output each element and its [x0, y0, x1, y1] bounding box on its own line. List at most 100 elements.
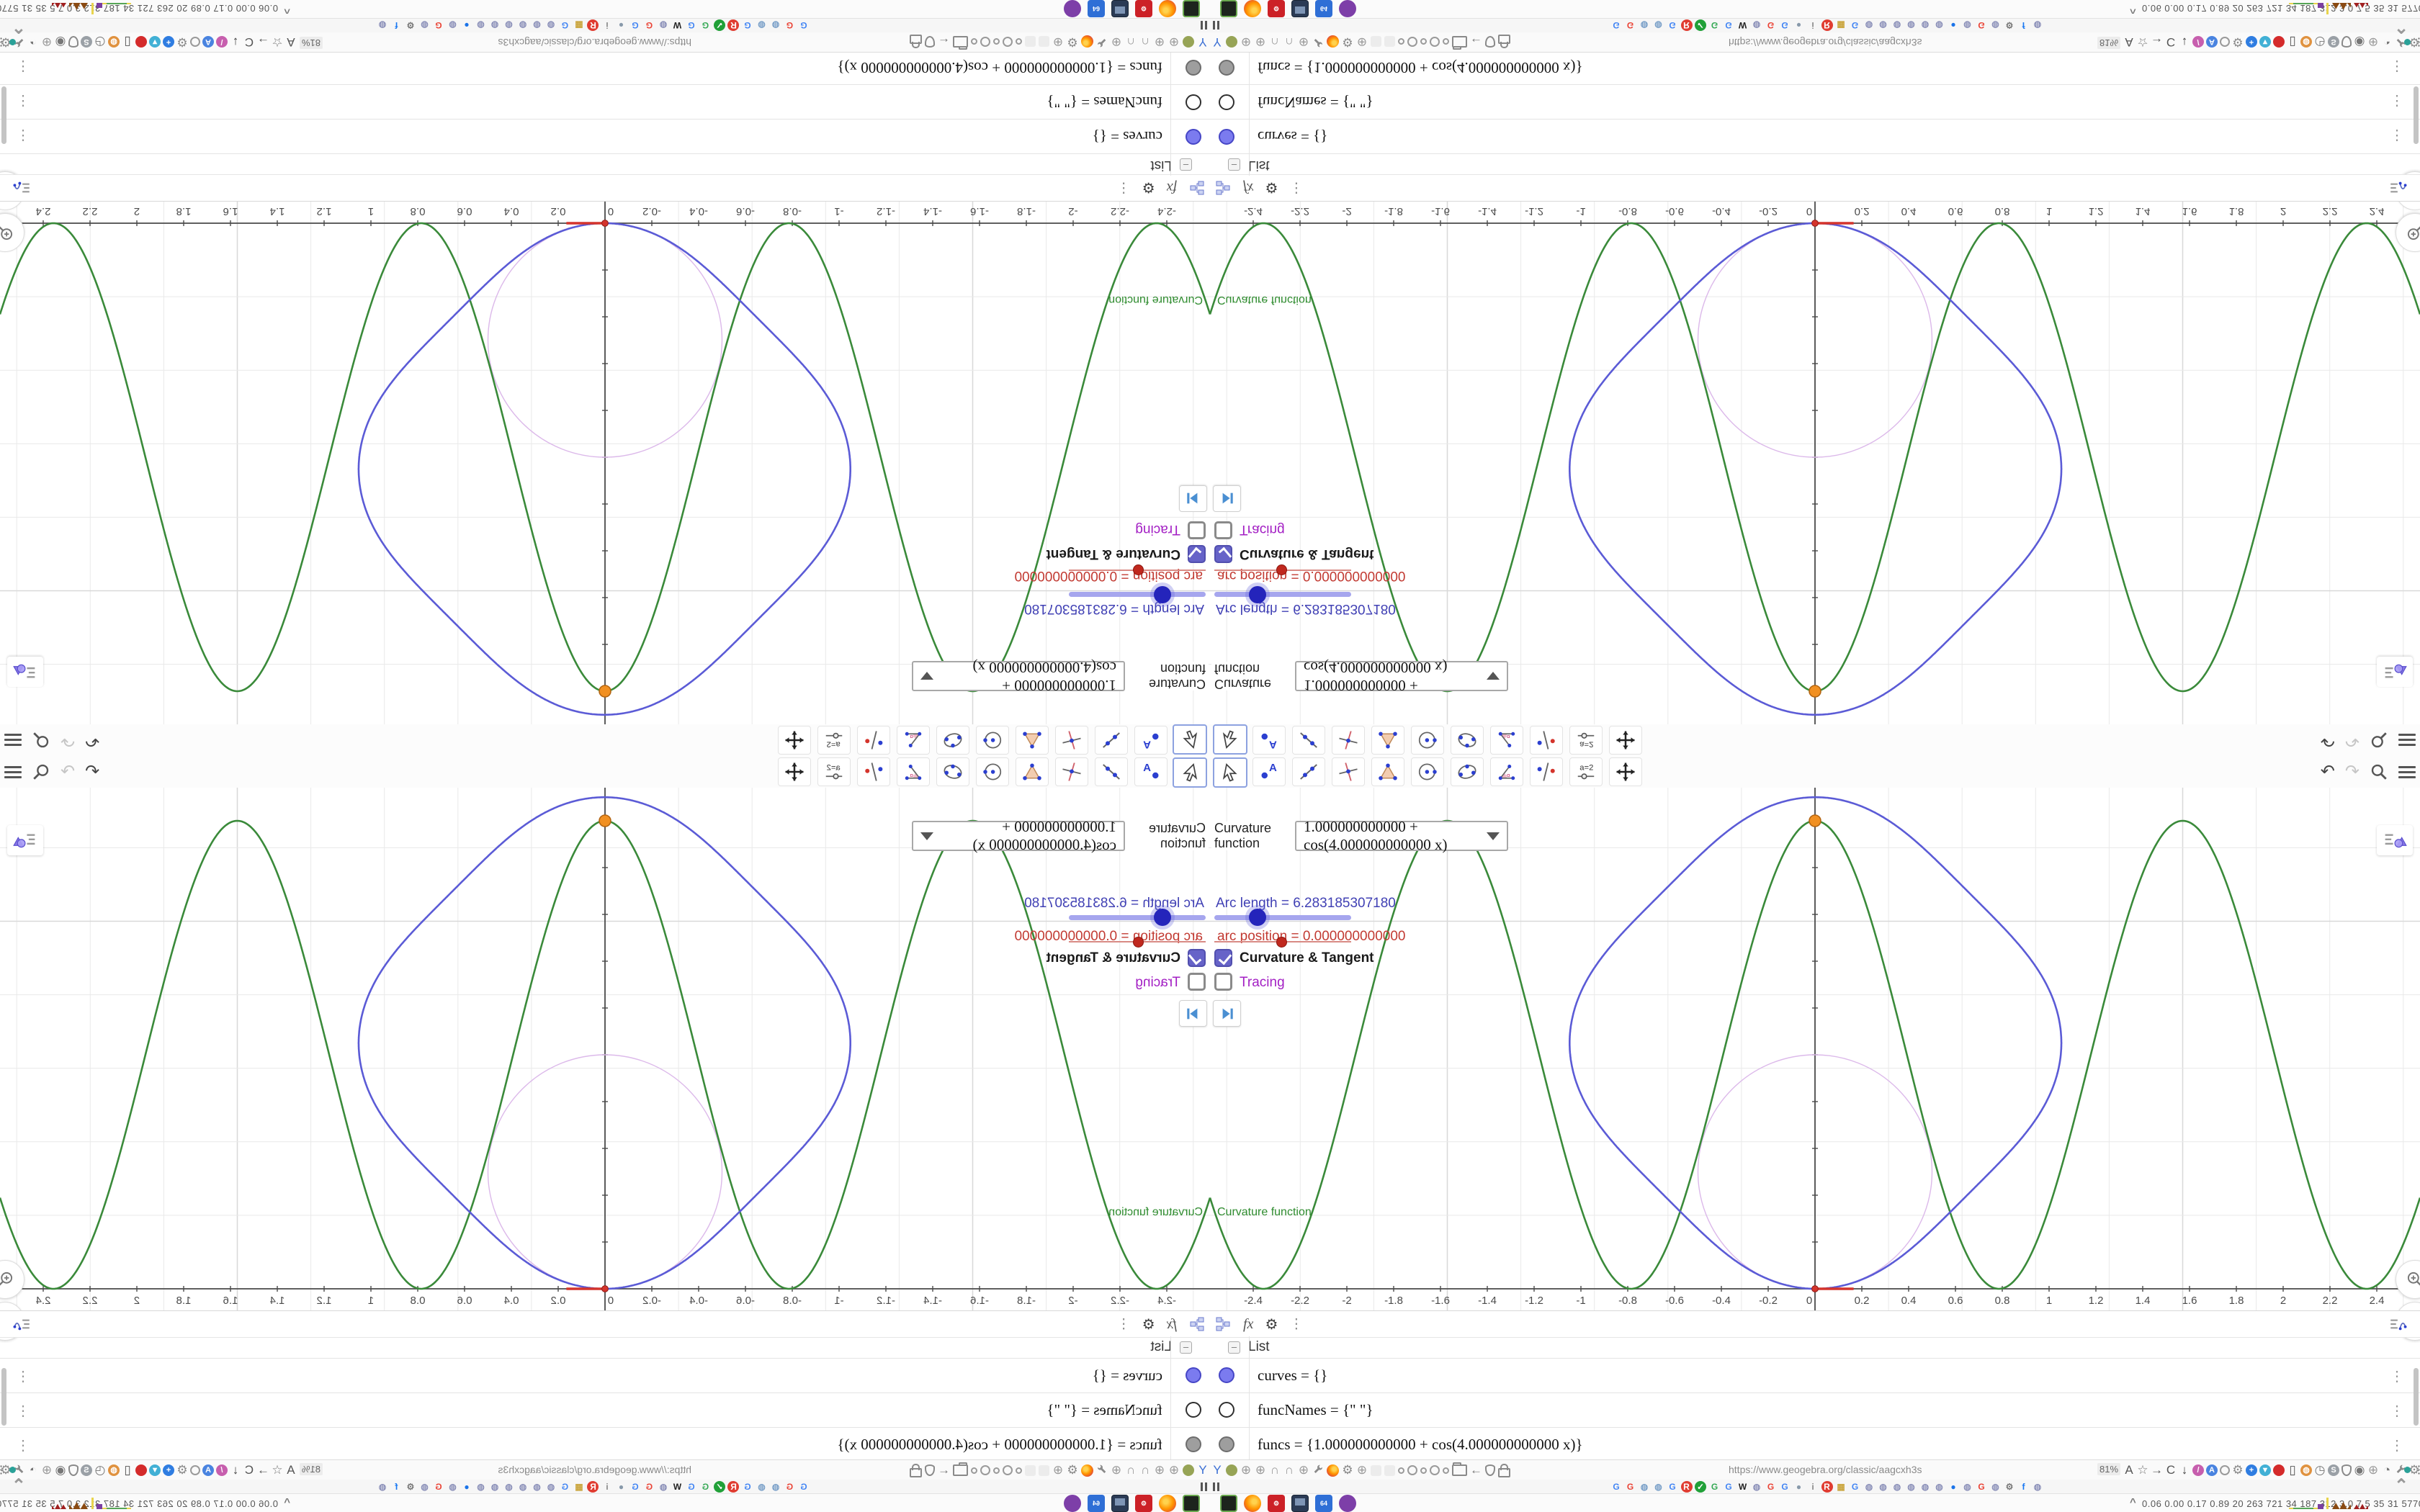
app-icon-system-monitor[interactable] [1291, 0, 1309, 17]
favicon[interactable]: ◍ [2032, 1481, 2043, 1493]
dot-icon[interactable]: ◍ [2300, 1464, 2312, 1476]
favicon[interactable]: G [784, 19, 796, 31]
move-view-tool-button[interactable] [1609, 757, 1642, 786]
row-kebab-icon[interactable]: ⋮ [16, 92, 30, 110]
move-tool-button[interactable] [1173, 724, 1207, 755]
algebra-row-funcnames[interactable]: funcNames = {" "} ⋮ [0, 84, 1210, 119]
move-view-tool-button[interactable] [1609, 726, 1642, 755]
dot-icon[interactable]: / [216, 1464, 228, 1476]
app-icon-firefox[interactable] [1244, 1495, 1261, 1512]
kebab-menu-icon[interactable]: ⋮ [2414, 36, 2420, 49]
glyph-icon[interactable]: → [257, 1460, 269, 1480]
favicon[interactable]: ◍ [475, 19, 487, 31]
fx-icon[interactable] [1327, 35, 1339, 48]
collapse-button[interactable]: – [1228, 158, 1240, 171]
function-dropdown[interactable]: 1.000000000000 + cos(4.000000000000 x) [1295, 818, 1508, 853]
ringB-icon[interactable] [2220, 37, 2230, 47]
glyph-icon[interactable]: ∩ [1125, 32, 1137, 52]
dot-icon[interactable]: A [2206, 1464, 2218, 1476]
glyph-icon[interactable]: ↓ [230, 32, 241, 52]
perpendicular-line-tool-button[interactable] [1332, 726, 1365, 755]
favicon[interactable]: G [700, 1481, 712, 1493]
favicon[interactable]: ◍ [1751, 19, 1762, 31]
circle-tool-button[interactable] [976, 757, 1009, 786]
favicon[interactable]: ◍ [1934, 1481, 1945, 1493]
ringS-icon[interactable] [1420, 1467, 1427, 1474]
app-icon-system-monitor[interactable] [1111, 1495, 1129, 1512]
favicon[interactable]: G [560, 19, 571, 31]
favicon[interactable]: G [1723, 1481, 1734, 1493]
shield-icon[interactable] [925, 36, 935, 48]
favicon[interactable]: ◍ [489, 1481, 501, 1493]
glyph-icon[interactable]: ← [1470, 32, 1482, 52]
favicon[interactable]: G [1850, 1481, 1861, 1493]
kebab-menu-icon[interactable]: ⋮ [1117, 1316, 1131, 1333]
ghost-icon[interactable] [1371, 36, 1381, 48]
app-icon-firefox[interactable] [1159, 1495, 1176, 1512]
play-step-button[interactable] [1213, 1000, 1241, 1027]
algebra-row-curves[interactable]: curves = {} ⋮ [1210, 1359, 2420, 1393]
favicon[interactable]: i [1807, 19, 1819, 31]
favicon[interactable]: G [742, 19, 753, 31]
glyph-icon[interactable]: ↓ [230, 1460, 241, 1480]
favicon[interactable]: ● [1793, 1481, 1805, 1493]
ringS-icon[interactable] [971, 38, 977, 45]
redo-button[interactable]: ↷ [2345, 724, 2360, 756]
line-tool-button[interactable] [1292, 757, 1325, 786]
glyph-icon[interactable]: ⚙ [176, 1460, 188, 1480]
shield-icon[interactable] [1485, 1464, 1495, 1476]
favicon[interactable]: ◍ [447, 19, 459, 31]
undo-button[interactable]: ↶ [2321, 756, 2335, 788]
favicon[interactable]: ◍ [658, 1481, 669, 1493]
line-tool-button[interactable] [1292, 726, 1325, 755]
favicon[interactable]: G [1667, 19, 1678, 31]
arc-position-slider-thumb[interactable] [1276, 937, 1287, 948]
favicon[interactable]: ● [461, 19, 472, 31]
visibility-toggle-icon[interactable] [1219, 1402, 1234, 1418]
curvature-tangent-checkbox[interactable] [1188, 949, 1206, 967]
glyph-icon[interactable]: ⚙ [1067, 32, 1078, 52]
app-icon-firefox[interactable] [1244, 0, 1261, 17]
favicon[interactable]: R [1821, 19, 1833, 31]
visibility-toggle-icon[interactable] [1186, 129, 1201, 145]
lock-icon[interactable] [910, 1468, 922, 1477]
row-kebab-icon[interactable]: ⋮ [2390, 58, 2404, 76]
arc-length-slider-thumb[interactable] [1154, 586, 1171, 603]
move-tool-button[interactable] [1213, 757, 1247, 788]
url-text[interactable]: https://www.geogebra.org/classic/aagcxh3… [1729, 1464, 1922, 1475]
visibility-toggle-icon[interactable] [1186, 94, 1201, 110]
dot-icon[interactable]: / [216, 36, 228, 48]
circle-tool-button[interactable] [976, 726, 1009, 755]
glyph-icon[interactable]: → [2151, 1460, 2163, 1480]
glyph-icon[interactable]: ◷ [94, 32, 106, 52]
glyph-icon[interactable]: ▯ [122, 32, 133, 52]
visibility-toggle-icon[interactable] [1219, 1436, 1234, 1452]
scrollbar-thumb[interactable] [2414, 1368, 2419, 1426]
glyph-icon[interactable]: ⚙ [2232, 1460, 2244, 1480]
favicon[interactable]: G [1765, 1481, 1777, 1493]
glyph-icon[interactable]: ⊕ [1356, 1460, 1368, 1480]
glyph-icon[interactable]: ← [1470, 1460, 1482, 1480]
angle-tool-button[interactable]: α [1490, 726, 1523, 755]
glyph-icon[interactable]: ⊕ [1154, 32, 1165, 52]
visibility-toggle-icon[interactable] [1186, 1402, 1201, 1418]
sort-tree-icon[interactable] [1188, 1315, 1206, 1333]
glyph-icon[interactable]: ◉ [55, 1460, 66, 1480]
favicon[interactable]: G [644, 19, 655, 31]
perpendicular-line-tool-button[interactable] [1055, 757, 1088, 786]
glyph-icon[interactable]: A [2123, 32, 2135, 52]
wrench-icon[interactable] [1312, 36, 1324, 48]
play-step-button[interactable] [1179, 485, 1207, 512]
glyph-icon[interactable]: ◉ [55, 32, 66, 52]
visibility-toggle-icon[interactable] [1219, 129, 1234, 145]
favicon[interactable]: ◍ [517, 19, 529, 31]
glyph-icon[interactable]: ⊕ [41, 32, 53, 52]
favicon[interactable]: G [433, 19, 444, 31]
kebab-menu-icon[interactable]: ⋮ [1289, 180, 1303, 197]
glyph-icon[interactable]: Y [1197, 32, 1209, 52]
gear-icon[interactable]: ⚙ [1142, 179, 1155, 197]
glyph-icon[interactable]: ⊕ [1255, 32, 1266, 52]
visibility-toggle-icon[interactable] [1219, 60, 1234, 76]
curvature-tangent-checkbox[interactable] [1188, 545, 1206, 563]
play-step-button[interactable] [1213, 485, 1241, 512]
